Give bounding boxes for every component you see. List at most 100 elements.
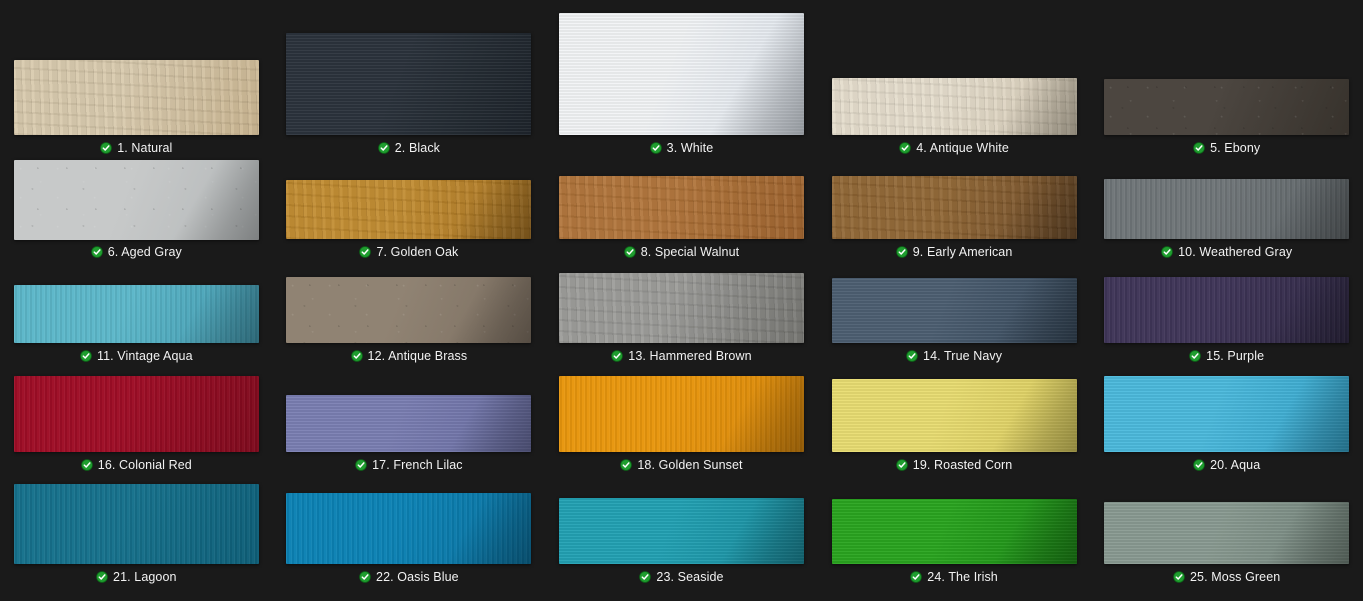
swatch-color-chip[interactable]: [1104, 376, 1350, 452]
swatch-color-chip[interactable]: [1104, 79, 1350, 135]
swatch-caption: 9. Early American: [895, 239, 1013, 264]
swatch-color-chip[interactable]: [286, 395, 532, 452]
swatch-cell[interactable]: 7. Golden Oak: [273, 160, 546, 264]
swatch-color-chip[interactable]: [831, 499, 1077, 564]
check-circle-icon: [96, 570, 108, 583]
swatch-color-chip[interactable]: [286, 33, 532, 135]
swatch-caption: 2. Black: [377, 135, 440, 160]
swatch-cell[interactable]: 23. Seaside: [545, 477, 818, 589]
swatch-cell[interactable]: 20. Aqua: [1090, 368, 1363, 477]
swatch-caption: 8. Special Walnut: [623, 239, 740, 264]
swatch-caption: 11. Vintage Aqua: [80, 343, 193, 368]
swatch-cell[interactable]: 10. Weathered Gray: [1090, 160, 1363, 264]
swatch-caption: 23. Seaside: [639, 564, 723, 589]
swatch-cell[interactable]: 12. Antique Brass: [273, 264, 546, 368]
swatch-label: 4. Antique White: [916, 140, 1009, 155]
swatch-caption: 18. Golden Sunset: [620, 452, 743, 477]
swatch-cell[interactable]: 15. Purple: [1090, 264, 1363, 368]
swatch-shadow-overlay: [1104, 502, 1350, 564]
check-circle-icon: [350, 349, 363, 362]
swatch-texture-overlay: [13, 160, 259, 241]
swatch-caption: 5. Ebony: [1193, 135, 1260, 160]
swatch-cell[interactable]: 21. Lagoon: [0, 477, 273, 589]
swatch-caption: 17. French Lilac: [355, 452, 463, 477]
swatch-texture-overlay: [286, 493, 532, 564]
swatch-cell[interactable]: 19. Roasted Corn: [818, 368, 1091, 477]
swatch-shadow-overlay: [13, 285, 259, 343]
swatch-color-chip[interactable]: [286, 277, 532, 343]
swatch-color-chip[interactable]: [831, 78, 1077, 135]
swatch-cell[interactable]: 16. Colonial Red: [0, 368, 273, 477]
swatch-label: 24. The Irish: [927, 569, 998, 584]
swatch-cell[interactable]: 2. Black: [273, 0, 546, 160]
swatch-cell[interactable]: 8. Special Walnut: [545, 160, 818, 264]
swatch-texture-overlay: [1104, 79, 1350, 135]
swatch-label: 13. Hammered Brown: [628, 348, 752, 363]
swatch-caption: 4. Antique White: [899, 135, 1009, 160]
swatch-color-chip[interactable]: [558, 13, 804, 135]
swatch-texture-overlay: [13, 285, 259, 343]
swatch-label: 18. Golden Sunset: [637, 457, 743, 472]
swatch-cell[interactable]: 14. True Navy: [818, 264, 1091, 368]
swatch-cell[interactable]: 22. Oasis Blue: [273, 477, 546, 589]
swatch-cell[interactable]: 25. Moss Green: [1090, 477, 1363, 589]
swatch-color-chip[interactable]: [1104, 277, 1350, 343]
swatch-caption: 3. White: [649, 135, 714, 160]
swatch-texture-overlay: [1104, 179, 1350, 239]
swatch-caption: 15. Purple: [1189, 343, 1264, 368]
swatch-color-chip[interactable]: [831, 176, 1077, 239]
swatch-shadow-overlay: [1104, 376, 1350, 452]
swatch-color-chip[interactable]: [831, 379, 1077, 452]
swatch-cell[interactable]: 6. Aged Gray: [0, 160, 273, 264]
swatch-label: 17. French Lilac: [372, 457, 463, 472]
swatch-cell[interactable]: 11. Vintage Aqua: [0, 264, 273, 368]
check-circle-icon: [355, 458, 367, 471]
swatch-caption: 19. Roasted Corn: [896, 452, 1013, 477]
swatch-color-chip[interactable]: [558, 176, 804, 239]
check-circle-icon: [1189, 349, 1201, 362]
swatch-cell[interactable]: 24. The Irish: [818, 477, 1091, 589]
swatch-caption: 21. Lagoon: [96, 564, 177, 589]
swatch-texture-overlay: [286, 33, 532, 135]
check-circle-icon: [620, 458, 633, 471]
swatch-cell[interactable]: 17. French Lilac: [273, 368, 546, 477]
swatch-texture-overlay: [286, 180, 532, 239]
swatch-color-chip[interactable]: [286, 180, 532, 239]
check-circle-icon: [1173, 570, 1185, 583]
swatch-label: 1. Natural: [117, 140, 173, 155]
swatch-color-chip[interactable]: [13, 376, 259, 452]
swatch-texture-overlay: [558, 376, 804, 452]
swatch-color-chip[interactable]: [13, 160, 259, 241]
swatch-caption: 12. Antique Brass: [350, 343, 468, 368]
swatch-cell[interactable]: 5. Ebony: [1090, 0, 1363, 160]
swatch-cell[interactable]: 3. White: [545, 0, 818, 160]
swatch-color-chip[interactable]: [286, 493, 532, 564]
swatch-cell[interactable]: 4. Antique White: [818, 0, 1091, 160]
swatch-label: 11. Vintage Aqua: [96, 348, 193, 363]
swatch-caption: 10. Weathered Gray: [1161, 239, 1292, 264]
swatch-cell[interactable]: 18. Golden Sunset: [545, 368, 818, 477]
swatch-color-chip[interactable]: [13, 285, 259, 343]
swatch-color-chip[interactable]: [558, 498, 804, 564]
swatch-cell[interactable]: 13. Hammered Brown: [545, 264, 818, 368]
swatch-grid: 1. Natural 2. Black 3. White 4. Antique Whi…: [0, 0, 1363, 601]
swatch-label: 21. Lagoon: [113, 569, 177, 584]
check-circle-icon: [90, 246, 103, 258]
swatch-cell[interactable]: 1. Natural: [0, 0, 273, 160]
swatch-color-chip[interactable]: [558, 273, 804, 343]
swatch-shadow-overlay: [831, 379, 1077, 452]
swatch-cell[interactable]: 9. Early American: [818, 160, 1091, 264]
check-circle-icon: [649, 141, 662, 154]
swatch-shadow-overlay: [558, 13, 804, 135]
swatch-color-chip[interactable]: [1104, 502, 1350, 564]
swatch-color-chip[interactable]: [13, 60, 259, 135]
swatch-color-chip[interactable]: [558, 376, 804, 452]
swatch-color-chip[interactable]: [831, 278, 1077, 343]
swatch-texture-overlay: [286, 395, 532, 452]
swatch-color-chip[interactable]: [1104, 179, 1350, 239]
check-circle-icon: [611, 349, 624, 362]
swatch-texture-overlay: [558, 498, 804, 564]
swatch-texture-overlay: [831, 176, 1077, 239]
swatch-color-chip[interactable]: [13, 484, 259, 564]
swatch-texture-overlay: [286, 277, 532, 343]
